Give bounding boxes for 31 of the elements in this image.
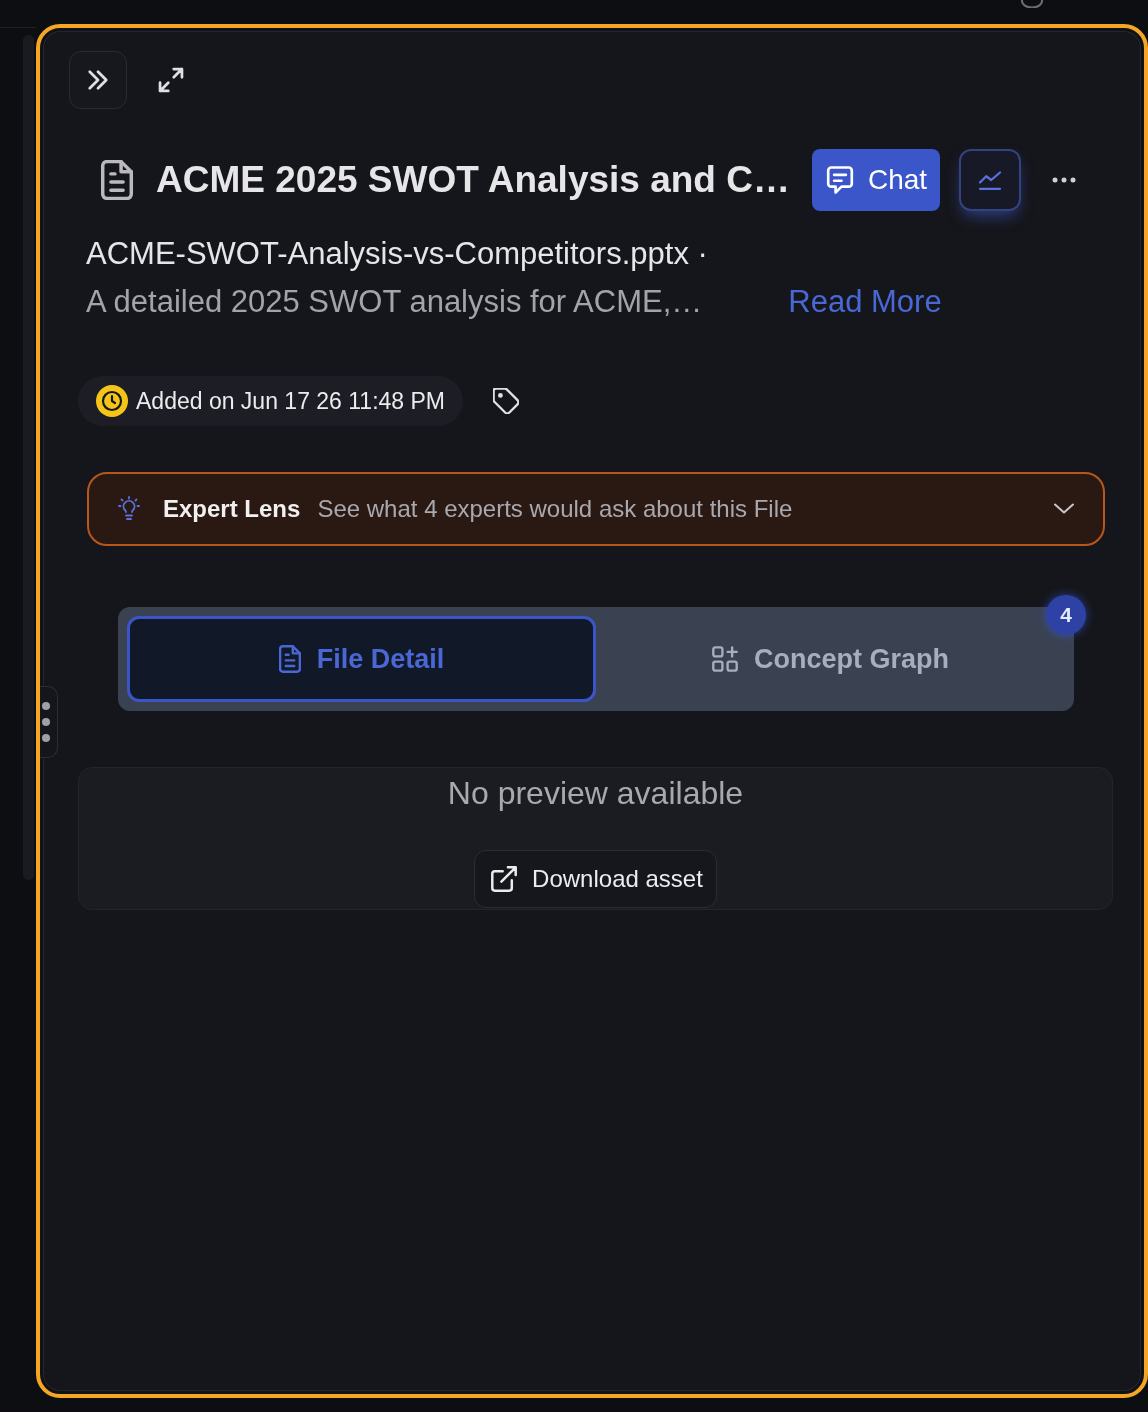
expert-lens-title: Expert Lens bbox=[163, 495, 301, 523]
expand-icon[interactable] bbox=[158, 67, 184, 93]
double-chevron-icon bbox=[87, 69, 109, 91]
description-text: A detailed 2025 SWOT analysis for ACME,… bbox=[86, 283, 703, 321]
download-button[interactable]: Download asset bbox=[474, 850, 717, 908]
resize-handle[interactable] bbox=[40, 686, 58, 758]
cropped-icon bbox=[1018, 0, 1046, 8]
document-title: ACME 2025 SWOT Analysis and C… bbox=[156, 158, 790, 202]
grip-dots-icon bbox=[42, 702, 50, 742]
document-icon bbox=[278, 645, 301, 673]
clock-icon bbox=[96, 385, 128, 417]
collapse-button[interactable] bbox=[69, 51, 127, 109]
grid-plus-icon bbox=[712, 646, 738, 672]
expert-lens-bar[interactable]: Expert Lens See what 4 experts would ask about this File bbox=[87, 472, 1105, 546]
tag-icon[interactable] bbox=[493, 388, 520, 414]
chat-bubble-icon bbox=[825, 166, 854, 194]
document-icon bbox=[100, 160, 134, 200]
chat-button[interactable]: Chat bbox=[811, 149, 941, 211]
no-preview-message: No preview available bbox=[447, 774, 744, 813]
lightbulb-icon bbox=[115, 495, 143, 523]
chevron-down-icon[interactable] bbox=[1054, 503, 1074, 515]
line-chart-icon bbox=[977, 170, 1004, 190]
read-more-link[interactable]: Read More bbox=[788, 282, 942, 322]
external-link-icon bbox=[491, 866, 518, 892]
expert-lens-subtitle: See what 4 experts would ask about this File bbox=[317, 495, 793, 523]
chart-button[interactable] bbox=[959, 149, 1022, 211]
file-name: ACME-SWOT-Analysis-vs-Competitors.pptx · bbox=[86, 235, 708, 273]
more-icon[interactable] bbox=[1052, 177, 1077, 183]
added-date: Added on Jun 17 26 11:48 PM bbox=[136, 387, 446, 415]
count-badge: 4 bbox=[1046, 595, 1086, 635]
view-tab[interactable]: File Detail bbox=[127, 616, 596, 702]
